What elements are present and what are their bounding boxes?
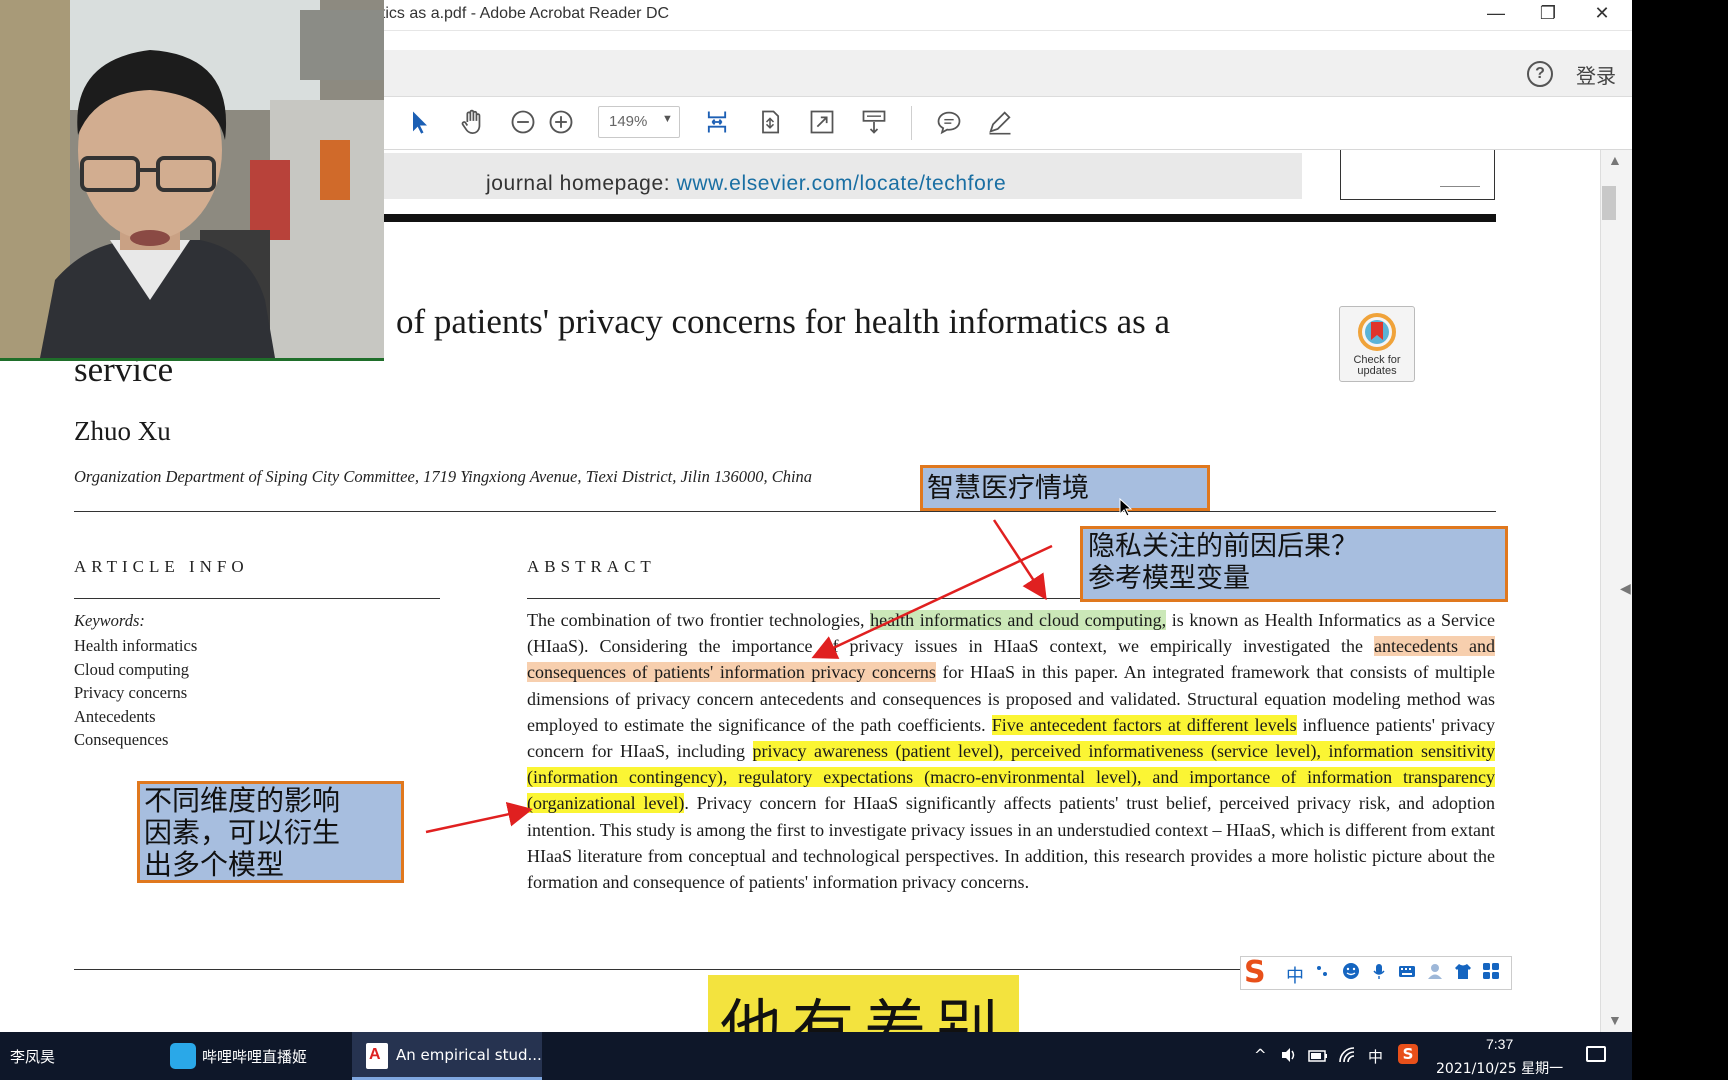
restore-button[interactable]: ❐: [1522, 0, 1574, 30]
taskbar-app-label: 哔哩哔哩直播姬: [202, 1048, 308, 1066]
annotation-line: 出多个模型: [144, 848, 285, 881]
keyword-item: Health informatics: [74, 636, 198, 655]
keyword-item: Cloud computing: [74, 659, 190, 679]
emoji-icon[interactable]: [1342, 962, 1360, 980]
toolbar-divider: [911, 106, 912, 140]
annotation-line: 隐私关注的前因后果？: [1088, 531, 1358, 562]
scroll-up-icon[interactable]: ▲: [1608, 152, 1622, 168]
tray-expand-icon[interactable]: ^: [1254, 1046, 1267, 1064]
wifi-icon[interactable]: [1338, 1046, 1356, 1064]
author-affiliation: Organization Department of Siping City C…: [74, 467, 813, 486]
keyword-item: Antecedents: [74, 706, 156, 726]
bilibili-icon: [170, 1043, 196, 1069]
keywords-label: Keywords:: [74, 611, 145, 630]
taskbar-user[interactable]: 李凤昊: [10, 1046, 55, 1067]
journal-cover-thumbnail: [1340, 150, 1495, 200]
minimize-button[interactable]: —: [1470, 0, 1522, 30]
acrobat-logo-icon: A: [369, 1046, 381, 1063]
webcam-overlay: [0, 0, 384, 361]
hand-tool-icon[interactable]: [455, 105, 489, 139]
journal-url-link[interactable]: www.elsevier.com/locate/techfore: [677, 172, 1007, 195]
pen-icon[interactable]: [983, 105, 1017, 139]
chevron-down-icon[interactable]: ▼: [662, 113, 673, 125]
window-title: atics as a.pdf - Adobe Acrobat Reader DC: [372, 5, 670, 22]
bookmark-icon: [1358, 313, 1396, 351]
author-name: Zhuo Xu: [74, 416, 171, 446]
help-icon[interactable]: ?: [1527, 61, 1553, 87]
annotation-privacy[interactable]: 隐私关注的前因后果？ 参考模型变量: [1080, 526, 1508, 602]
keywords-list: Health informatics Cloud computing Priva…: [74, 634, 197, 752]
skin-icon[interactable]: [1454, 962, 1472, 980]
scroll-mode-icon[interactable]: [857, 105, 891, 139]
article-info-heading: ARTICLE INFO: [74, 557, 249, 576]
keyword-item: Privacy concerns: [74, 683, 188, 702]
abstract-segment: The combination of two frontier technolo…: [527, 610, 871, 630]
sogou-tray-icon[interactable]: S: [1398, 1044, 1418, 1064]
close-button[interactable]: ✕: [1576, 0, 1628, 30]
highlight-green[interactable]: health informatics and cloud computing,: [870, 610, 1167, 630]
battery-icon[interactable]: [1308, 1046, 1328, 1064]
journal-prefix: journal homepage:: [486, 172, 677, 195]
taskbar-app-label: An empirical stud...: [396, 1046, 542, 1064]
toolbox-icon[interactable]: [1482, 962, 1500, 980]
user-icon[interactable]: [1426, 962, 1444, 980]
notification-icon[interactable]: [1586, 1046, 1606, 1062]
input-language[interactable]: 中: [1368, 1046, 1383, 1067]
abstract-heading: ABSTRACT: [527, 557, 656, 576]
clock-date[interactable]: 2021/10/25 星期一: [1436, 1058, 1563, 1078]
keyboard-icon[interactable]: [1398, 962, 1416, 980]
clock-time[interactable]: 7:37: [1486, 1036, 1513, 1052]
keyword-item: Consequences: [74, 730, 169, 749]
paper-title-line-1: of patients' privacy concerns for health…: [396, 302, 1171, 341]
zoom-out-icon[interactable]: [506, 105, 540, 139]
zoom-value: 149%: [609, 113, 648, 130]
annotation-scene[interactable]: 智慧医疗情境: [920, 465, 1210, 511]
letterbox-right: [1632, 0, 1728, 1080]
scroll-thumb[interactable]: [1602, 186, 1616, 220]
fit-page-icon[interactable]: [753, 105, 787, 139]
annotation-line: 参考模型变量: [1088, 563, 1250, 594]
full-screen-icon[interactable]: [805, 105, 839, 139]
microphone-icon[interactable]: [1370, 962, 1388, 980]
check-for-updates-label: Check for updates: [1353, 354, 1401, 377]
scroll-down-icon[interactable]: ▼: [1608, 1012, 1622, 1028]
volume-icon[interactable]: [1280, 1046, 1298, 1064]
article-info-rule: [74, 598, 440, 599]
zoom-in-icon[interactable]: [544, 105, 578, 139]
header-rule: [382, 214, 1496, 222]
panel-toggle-icon[interactable]: ◀: [1620, 580, 1631, 597]
annotation-line: 因素，可以衍生: [144, 816, 341, 849]
comment-icon[interactable]: [932, 105, 966, 139]
annotation-line: 不同维度的影响: [144, 784, 341, 817]
ime-language[interactable]: 中: [1286, 962, 1304, 988]
punctuation-icon[interactable]: [1314, 962, 1332, 980]
video-subtitle: 他有差别: [720, 992, 1009, 1032]
select-tool-icon[interactable]: [403, 105, 437, 139]
fit-width-icon[interactable]: [700, 105, 734, 139]
annotation-dimensions[interactable]: 不同维度的影响 因素，可以衍生 出多个模型: [137, 781, 404, 883]
sogou-logo-icon[interactable]: S: [1244, 956, 1278, 990]
cover-divider: [1440, 186, 1480, 187]
highlight-yellow[interactable]: Five antecedent factors at different lev…: [991, 714, 1297, 735]
abstract-text: The combination of two frontier technolo…: [527, 607, 1495, 895]
presenter-video-icon: [0, 0, 384, 358]
journal-homepage: journal homepage: www.elsevier.com/locat…: [486, 172, 1006, 196]
affiliation-rule: [74, 511, 1496, 512]
login-link[interactable]: 登录: [1576, 60, 1616, 89]
